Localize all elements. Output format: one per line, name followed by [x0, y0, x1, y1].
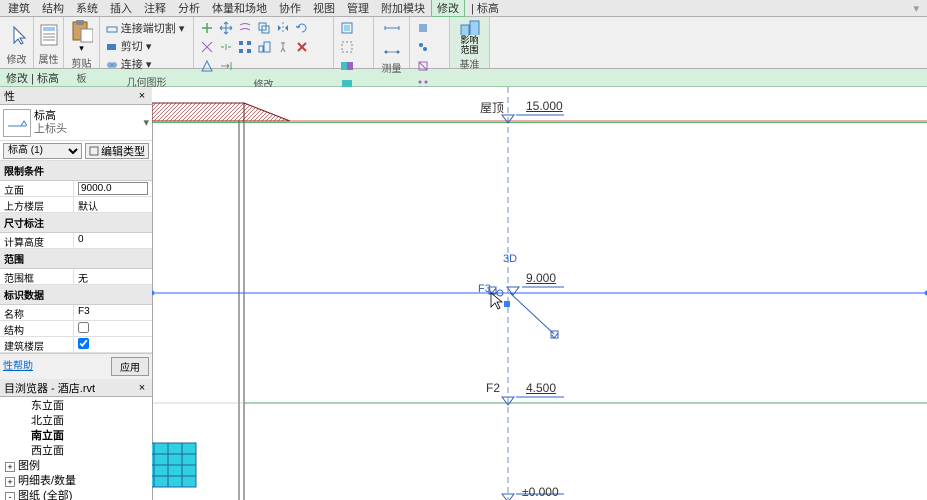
prop-row-story-above[interactable]: 上方楼层 默认: [0, 197, 152, 213]
tree-sheets[interactable]: -图纸 (全部): [3, 489, 149, 500]
tree-elevation-north[interactable]: 北立面: [3, 414, 149, 429]
pin-icon[interactable]: [274, 38, 292, 56]
building-story-checkbox[interactable]: [78, 338, 89, 349]
tree-toggle-icon[interactable]: +: [5, 477, 15, 487]
type-selector[interactable]: 标高 上标头: [34, 110, 140, 136]
properties-button[interactable]: [33, 19, 65, 50]
edit-type-button[interactable]: 编辑类型: [85, 143, 149, 159]
level-f2-name[interactable]: F2: [486, 381, 500, 395]
prop-row-building-story[interactable]: 建筑楼层: [0, 337, 152, 353]
align-icon[interactable]: [198, 19, 216, 37]
move-icon[interactable]: [217, 19, 235, 37]
join-dropdown[interactable]: 连接 ▾: [104, 55, 189, 73]
prop-row-name[interactable]: 名称 F3: [0, 305, 152, 321]
menu-massing-site[interactable]: 体量和场地: [206, 0, 273, 17]
delete-icon[interactable]: [293, 38, 311, 56]
tree-elevation-south[interactable]: 南立面: [3, 429, 149, 444]
view-icon-1[interactable]: [338, 19, 356, 37]
prop-row-computation-height[interactable]: 计算高度 0: [0, 233, 152, 249]
menu-addins[interactable]: 附加模块: [375, 0, 431, 17]
tree-toggle-icon[interactable]: -: [5, 492, 15, 500]
menu-manage[interactable]: 管理: [341, 0, 375, 17]
menu-architecture[interactable]: 建筑: [2, 0, 36, 17]
menu-insert[interactable]: 插入: [104, 0, 138, 17]
project-browser-header: 目浏览器 - 酒店.rvt ×: [0, 379, 152, 397]
ribbon-group-clipboard-label: 剪贴板: [68, 54, 95, 85]
tree-schedules[interactable]: +明细表/数量: [3, 474, 149, 489]
menu-context-levels[interactable]: | 标高: [465, 0, 505, 17]
main-menu-bar: 建筑 结构 系统 插入 注释 分析 体量和场地 协作 视图 管理 附加模块 修改…: [0, 0, 927, 17]
level-type-icon[interactable]: [3, 109, 31, 137]
ribbon-group-modify-label: 修改: [4, 50, 29, 66]
prop-cat-identity[interactable]: 标识数据: [0, 285, 152, 305]
ribbon-group-measure-label: 测量: [378, 59, 405, 75]
properties-help-link[interactable]: 性帮助: [3, 357, 33, 376]
level-f3-cursor-label: F3: [478, 283, 491, 295]
create-icon-3[interactable]: [414, 57, 432, 75]
scale-icon[interactable]: [255, 38, 273, 56]
elevation-input[interactable]: [78, 182, 148, 195]
menu-view[interactable]: 视图: [307, 0, 341, 17]
modify-arrow-button[interactable]: [4, 19, 36, 50]
cut-dropdown[interactable]: 剪切 ▾: [104, 37, 189, 55]
prop-row-structural[interactable]: 结构: [0, 321, 152, 337]
project-browser-panel: 目浏览器 - 酒店.rvt × 东立面 北立面 南立面 西立面 +图例 +明细表…: [0, 379, 152, 500]
menu-structure[interactable]: 结构: [36, 0, 70, 17]
menu-annotate[interactable]: 注释: [138, 0, 172, 17]
properties-close-icon[interactable]: ×: [136, 90, 148, 102]
prop-cat-constraints[interactable]: 限制条件: [0, 161, 152, 181]
prop-row-elevation[interactable]: 立面: [0, 181, 152, 197]
copy-icon[interactable]: [255, 19, 273, 37]
view-icon-2[interactable]: [338, 38, 356, 56]
apply-button[interactable]: 应用: [111, 357, 149, 376]
menu-systems[interactable]: 系统: [70, 0, 104, 17]
structural-checkbox[interactable]: [78, 322, 89, 333]
drawing-canvas[interactable]: 3D: [152, 87, 927, 500]
prop-cat-extents[interactable]: 范围: [0, 249, 152, 269]
extend-icon[interactable]: [217, 57, 235, 75]
level-roof-name[interactable]: 屋顶: [480, 99, 504, 116]
paste-button[interactable]: ▾: [66, 19, 98, 54]
tree-toggle-icon[interactable]: +: [5, 462, 15, 472]
trim-icon[interactable]: [198, 38, 216, 56]
ribbon-group-datum-label: 基准: [460, 55, 480, 71]
dimension-icon[interactable]: [383, 41, 401, 59]
prop-cat-dimensions[interactable]: 尺寸标注: [0, 213, 152, 233]
create-icon-2[interactable]: [414, 38, 432, 56]
tree-elevation-east[interactable]: 东立面: [3, 399, 149, 414]
ribbon-toolbar: 修改 属性 ▾ 剪贴板 连接端切割 ▾ 剪切 ▾ 连接 ▾ 几何图形: [0, 17, 927, 69]
tree-legends[interactable]: +图例: [3, 459, 149, 474]
tree-elevation-west[interactable]: 西立面: [3, 444, 149, 459]
properties-panel: 性 × 标高 上标头 ▾ 标高 (1) 编辑类型: [0, 87, 152, 379]
menu-modify[interactable]: 修改: [431, 0, 465, 17]
offset-icon[interactable]: [236, 19, 254, 37]
menu-analyze[interactable]: 分析: [172, 0, 206, 17]
rotate-icon[interactable]: [293, 19, 311, 37]
split-icon[interactable]: [217, 38, 235, 56]
propagate-extents-button[interactable]: 影响 范围: [454, 19, 486, 55]
level-ground-value[interactable]: ±0.000: [522, 485, 559, 499]
level-f3-value[interactable]: 9.000: [526, 271, 556, 285]
browser-close-icon[interactable]: ×: [136, 382, 148, 394]
cope-dropdown[interactable]: 连接端切割 ▾: [104, 19, 189, 37]
create-icon-1[interactable]: [414, 19, 432, 37]
level-roof-value[interactable]: 15.000: [526, 99, 563, 113]
project-browser-tree[interactable]: 东立面 北立面 南立面 西立面 +图例 +明细表/数量 -图纸 (全部) +00…: [0, 397, 152, 500]
mirror-axis-icon[interactable]: [274, 19, 292, 37]
prop-row-scope-box[interactable]: 范围框 无: [0, 269, 152, 285]
menu-collaborate[interactable]: 协作: [273, 0, 307, 17]
array-icon[interactable]: [236, 38, 254, 56]
mirror-pick-icon[interactable]: [198, 57, 216, 75]
menu-collapse-icon[interactable]: ▾: [913, 2, 919, 15]
instance-filter-select[interactable]: 标高 (1): [3, 143, 82, 159]
view-icon-3[interactable]: [338, 57, 356, 75]
properties-panel-header: 性 ×: [0, 87, 152, 105]
ribbon-group-properties-label: 属性: [39, 50, 59, 66]
context-tab-label: 修改 | 标高: [6, 70, 59, 86]
properties-grid: 限制条件 立面 上方楼层 默认 尺寸标注 计算高度 0 范围 范围框 无: [0, 161, 152, 353]
measure-icon[interactable]: [383, 19, 401, 37]
level-f2-value[interactable]: 4.500: [526, 381, 556, 395]
svg-text:3D: 3D: [503, 253, 517, 265]
